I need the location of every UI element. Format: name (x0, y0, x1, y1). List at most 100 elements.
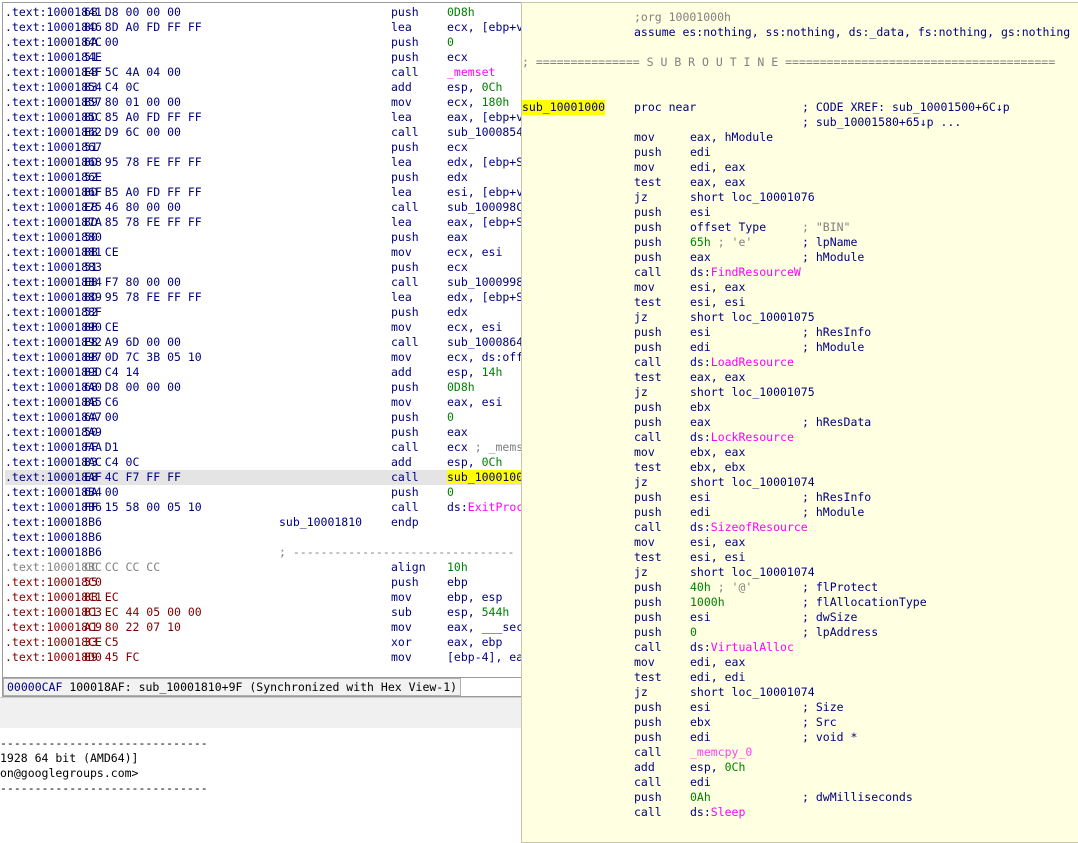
popup-instruction-row: test esi, esi (522, 295, 1078, 310)
operand-text: eax (447, 425, 468, 439)
operand-text: edx, [ebp+S (447, 155, 522, 169)
popup-mnemonic: call (634, 640, 662, 654)
disasm-bytes: E8 D9 6C 00 00 (84, 125, 181, 139)
popup-instruction-row: jz short loc_10001074 (522, 565, 1078, 580)
disasm-row[interactable]: .text:1000184F E8 5C 4A 04 00 call _memset (5, 65, 522, 80)
disasm-row[interactable]: .text:10001862 E8 D9 6C 00 00 call sub_1000… (5, 125, 522, 140)
operand-text: edi (690, 505, 711, 519)
disasm-row[interactable]: .text:10001854 83 C4 0C add esp, 0Ch (5, 80, 522, 95)
disasm-row[interactable]: .text:10001868 8D 95 78 FE FF FF lea edx, [… (5, 155, 522, 170)
disasm-row[interactable]: .text:100018B6 ; ------------------------… (5, 545, 522, 560)
popup-instruction-row: jz short loc_10001075 (522, 310, 1078, 325)
disasm-row[interactable]: .text:1000184E 51 push ecx (5, 50, 522, 65)
disasm-operand: edx, [ebp+S (447, 290, 522, 305)
operand-api-name[interactable]: LockResource (711, 430, 794, 444)
disasm-row[interactable]: .text:100018B6 sub_10001810 endp (5, 515, 522, 530)
disasm-row[interactable]: .text:100018A0 68 D8 00 00 00 push 0D8h (5, 380, 522, 395)
disasm-operand: ds:ExitProc (447, 500, 522, 515)
operand-text[interactable]: _memset (447, 65, 495, 79)
operand-api-name[interactable]: Sleep (711, 805, 746, 819)
popup-operand: ebx, ebx (690, 460, 745, 475)
disasm-row[interactable]: .text:1000185C 8D 85 A0 FD FF FF lea eax, [… (5, 110, 522, 125)
popup-instruction-row: call ds:SizeofResource (522, 520, 1078, 535)
disasm-row[interactable]: .text:100018C1 8B EC mov ebp, esp (5, 590, 522, 605)
disasm-row[interactable]: .text:1000188F 52 push edx (5, 305, 522, 320)
disasm-row[interactable]: .text:1000184168 D8 00 00 00push0D8h; Si… (5, 5, 522, 20)
function-name-label[interactable]: sub_10001000 (522, 100, 606, 115)
disasm-row[interactable]: .text:100018AC 83 C4 0C add esp, 0Ch (5, 455, 522, 470)
operand-api-name[interactable]: FindResourceW (711, 265, 801, 279)
disasm-row[interactable]: .text:100018C9 A1 80 22 07 10 mov eax, ___s… (5, 620, 522, 635)
disasm-row[interactable]: .text:10001889 8D 95 78 FE FF FF lea edx, [… (5, 290, 522, 305)
disassembly-view[interactable]: .text:1000184168 D8 00 00 00push0D8h; Si… (2, 2, 522, 679)
operand-api-name[interactable]: SizeofResource (711, 520, 808, 534)
pane-splitter[interactable] (0, 697, 521, 729)
disasm-row[interactable]: .text:100018B4 6A 00 push 0 (5, 485, 522, 500)
disasm-row[interactable]: .text:100018AF E8 4C F7 FF FF call sub_1000… (5, 470, 522, 485)
disasm-row[interactable]: .text:100018A7 6A 00 push 0 (5, 410, 522, 425)
disasm-row[interactable]: .text:100018BC CC CC CC CC align 10h (5, 560, 522, 575)
disasm-row[interactable]: .text:1000186F 8D B5 A0 FD FF FF lea esi, [… (5, 185, 522, 200)
disasm-row[interactable]: .text:100018A5 8B C6 mov eax, esi (5, 395, 522, 410)
popup-operand: ds:SizeofResource (690, 520, 808, 535)
popup-instruction-row: push 0Ah ; dwMilliseconds (522, 790, 1078, 805)
disasm-row[interactable]: .text:100018C0 55 push ebp (5, 575, 522, 590)
disasm-row[interactable]: .text:1000184C 6A 00 push 0 (5, 35, 522, 50)
disasm-row[interactable]: .text:10001883 51 push ecx (5, 260, 522, 275)
disasm-operand: edx, [ebp+S (447, 155, 522, 170)
popup-proc-line: sub_10001000 proc near ; CODE XREF: sub_10… (522, 100, 1078, 115)
xref-comment[interactable]: ; CODE XREF: sub_10001500+6C↓p (802, 100, 1010, 115)
xref-comment[interactable]: ; sub_10001580+65↓p ... (802, 115, 961, 130)
disasm-operand: 0 (447, 410, 454, 425)
operand-text: short loc_10001075 (690, 385, 815, 399)
separator-text: ; =============== S U B R O U T I N E ==… (522, 55, 1056, 69)
disasm-row[interactable]: .text:100018B6 FF 15 58 00 05 10 call ds:Ex… (5, 500, 522, 515)
highlighted-call-target[interactable]: sub_1000100 (447, 470, 522, 484)
disasm-row[interactable]: .text:10001881 8B CE mov ecx, esi (5, 245, 522, 260)
operand-api-name[interactable]: VirtualAlloc (711, 640, 794, 654)
operand-api-name[interactable]: _memcpy_0 (690, 745, 752, 759)
operand-api-name[interactable]: ExitProc (468, 500, 522, 514)
disasm-mnemonic: push (391, 140, 419, 154)
disasm-bytes: 8B C6 (84, 395, 119, 409)
disasm-operand: ebp, esp (447, 590, 502, 605)
disasm-operand: ecx, ds:off (447, 350, 522, 365)
popup-comment: ; lpName (802, 235, 858, 249)
disasm-operand: ecx (447, 260, 468, 275)
operand-immediate: 0Ah (690, 790, 711, 804)
popup-mnemonic: call (634, 805, 662, 819)
operand-text: esi, eax (690, 535, 746, 549)
popup-mnemonic: jz (634, 475, 648, 489)
disasm-row[interactable]: .text:10001884 E8 F7 80 00 00 call sub_1000… (5, 275, 522, 290)
disasm-row[interactable]: .text:100018AA FF D1 call ecx ; _mems (5, 440, 522, 455)
disasm-row[interactable]: .text:1000189D 83 C4 14 add esp, 14h (5, 365, 522, 380)
popup-operand: ebx (690, 715, 711, 730)
disasm-row[interactable]: .text:10001867 51 push ecx (5, 140, 522, 155)
operand-api-name[interactable]: LoadResource (711, 355, 794, 369)
popup-comment: ; dwSize (802, 610, 858, 624)
disasm-row[interactable]: .text:10001897 8B 0D 7C 3B 05 10 mov ecx, d… (5, 350, 522, 365)
disasm-row[interactable]: .text:100018D0 89 45 FC mov [ebp-4], ea (5, 650, 522, 665)
operand-text: short loc_10001075 (690, 310, 815, 324)
disasm-mnemonic: push (391, 575, 419, 589)
disasm-row[interactable]: .text:100018C3 81 EC 44 05 00 00 sub esp, 5… (5, 605, 522, 620)
disasm-row[interactable]: .text:1000186E 52 push edx (5, 170, 522, 185)
disasm-row[interactable]: .text:10001892 E8 A9 6D 00 00 call sub_1000… (5, 335, 522, 350)
disasm-row[interactable]: .text:10001880 50 push eax (5, 230, 522, 245)
disasm-mnemonic: xor (391, 635, 412, 649)
disasm-row[interactable]: .text:10001846 8D 8D A0 FD FF FF lea ecx, [… (5, 20, 522, 35)
output-window[interactable]: ------------------------------ 1928 64 bi… (0, 728, 521, 841)
operand-text: eax (447, 230, 468, 244)
popup-instruction-row: push esi ; hResInfo (522, 490, 1078, 505)
disasm-operand: sub_1000864 (447, 335, 522, 350)
disasm-row[interactable]: .text:10001857 B9 80 01 00 00 mov ecx, 180h (5, 95, 522, 110)
disasm-row[interactable]: .text:100018CE 33 C5 xor eax, ebp (5, 635, 522, 650)
disasm-row[interactable]: .text:100018B6 (5, 530, 522, 545)
disasm-row[interactable]: .text:10001890 8B CE mov ecx, esi (5, 320, 522, 335)
disasm-row[interactable]: .text:1000187A 8D 85 78 FE FF FF lea eax, [… (5, 215, 522, 230)
disasm-row[interactable]: .text:100018A9 50 push eax (5, 425, 522, 440)
operand-text: sub_100098C (447, 200, 522, 214)
disasm-operand: ecx ; _mems (447, 440, 522, 455)
disasm-row[interactable]: .text:10001875 E8 46 80 00 00 call sub_1000… (5, 200, 522, 215)
operand-text: edx (447, 170, 468, 184)
